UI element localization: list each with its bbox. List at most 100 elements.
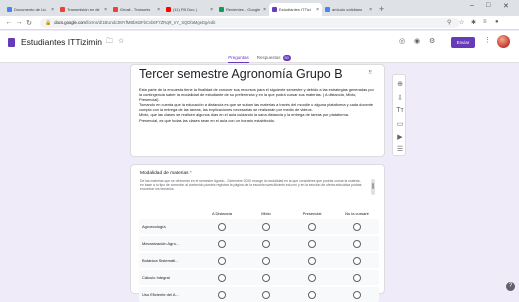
browser-tab[interactable]: Documento de Lic × [4, 3, 57, 16]
folder-icon[interactable]: 🗀 [106, 37, 113, 48]
help-icon[interactable]: ? [506, 282, 515, 291]
url-input[interactable]: 🔒 docs.google.com /forms/d/1BUndc3MYfMBb… [40, 17, 460, 28]
send-button[interactable]: Enviar [451, 37, 475, 48]
radio-option[interactable] [353, 256, 361, 265]
form-doc-title[interactable]: Estudiantes ITTizimin [21, 37, 102, 47]
radio-option[interactable] [308, 256, 316, 265]
browser-tab[interactable]: artículo cotidiano × [322, 3, 375, 16]
row-label: Mecanización Agro... [142, 240, 180, 246]
table-row: Agroecología [139, 219, 379, 234]
tab-responses-label: Respuestas [256, 55, 281, 60]
radio-option[interactable] [353, 273, 361, 282]
question-description[interactable]: De las materias que se ofrecerán en el s… [140, 179, 362, 192]
radio-option[interactable] [218, 239, 226, 248]
tab-label: Gmail - Transmis [120, 7, 151, 12]
settings-gear-icon[interactable]: ⚙ [429, 37, 435, 45]
grid-column-header: Mixto [261, 211, 271, 216]
radio-option[interactable] [353, 222, 361, 231]
radio-option[interactable] [262, 256, 270, 265]
import-questions-icon[interactable]: ⇩ [393, 94, 407, 102]
tab-label: Estudiantes ITTizi [279, 7, 311, 12]
extension-icon[interactable]: ✱ [471, 19, 476, 26]
browser-tab[interactable]: Recientes - Google × [216, 3, 269, 16]
browser-tab[interactable]: Transmisión en dir × [57, 3, 110, 16]
table-row: Botánica Sistemáti... [139, 253, 379, 268]
url-path: /forms/d/1BUndc3MYfMBbKBFbCvb6F7ZRqR_nY_… [85, 20, 216, 25]
radio-option[interactable] [308, 239, 316, 248]
forward-icon[interactable]: → [14, 19, 24, 26]
radio-option[interactable] [218, 273, 226, 282]
radio-option[interactable] [262, 222, 270, 231]
tab-label: Documento de Lic [14, 7, 47, 12]
tab-close-icon[interactable]: × [263, 7, 266, 13]
add-question-icon[interactable]: ⊕ [393, 80, 407, 88]
radio-option[interactable] [262, 290, 270, 299]
more-options-icon[interactable]: ⋮ [484, 36, 491, 44]
browser-tab[interactable]: (11) FB Duo | × [163, 3, 216, 16]
radio-option[interactable] [308, 290, 316, 299]
avatar[interactable] [497, 35, 510, 48]
radio-option[interactable] [308, 222, 316, 231]
form-description[interactable]: Esta parte de la encuesta tiene la final… [139, 87, 377, 123]
tab-close-icon[interactable]: × [210, 7, 213, 13]
palette-icon[interactable]: ◎ [399, 37, 405, 45]
profile-icon[interactable]: ● [495, 19, 499, 25]
tab-favicon-icon [325, 7, 330, 12]
radio-option[interactable] [353, 239, 361, 248]
question-title[interactable]: Modalidad de materias * [140, 171, 192, 176]
tab-close-icon[interactable]: × [51, 7, 54, 13]
radio-option[interactable] [218, 256, 226, 265]
question-card[interactable]: Modalidad de materias * De las materias … [130, 164, 385, 302]
new-tab-button[interactable]: + [379, 3, 384, 16]
bookmark-icon[interactable]: ≡ [483, 19, 487, 25]
row-label: Agroecología [142, 223, 166, 229]
star-icon[interactable]: ☆ [459, 19, 464, 26]
table-row: Uso Eficiente del A... [139, 287, 379, 302]
maximize-icon[interactable]: □ [486, 2, 490, 9]
preview-eye-icon[interactable]: ◉ [414, 37, 420, 45]
radio-option[interactable] [353, 290, 361, 299]
address-bar-row: ← → ↻ 🔒 docs.google.com /forms/d/1BUndc3… [0, 16, 519, 30]
row-label: Botánica Sistemáti... [142, 257, 179, 263]
scrollbar[interactable] [371, 179, 375, 195]
radio-option[interactable] [218, 290, 226, 299]
tab-close-icon[interactable]: × [369, 7, 372, 13]
browser-tabstrip: Documento de Lic × Transmisión en dir × Gmai… [0, 0, 519, 16]
tab-responses[interactable]: Respuestas 50 [257, 53, 291, 63]
close-window-icon[interactable]: ✕ [503, 2, 509, 10]
row-label: Uso Eficiente del A... [142, 291, 179, 297]
add-image-icon[interactable]: ▭ [393, 120, 407, 128]
tab-close-icon[interactable]: × [316, 7, 319, 13]
search-icon[interactable]: ⚲ [447, 19, 451, 26]
radio-option[interactable] [262, 273, 270, 282]
reload-icon[interactable]: ↻ [24, 19, 34, 27]
grid-column-header: No la cursaré [345, 211, 369, 216]
star-icon[interactable]: ☆ [118, 37, 124, 45]
browser-tab[interactable]: Gmail - Transmis × [110, 3, 163, 16]
tab-questions-label: Preguntas [228, 55, 249, 60]
back-icon[interactable]: ← [4, 19, 14, 26]
add-video-icon[interactable]: ▶ [393, 133, 407, 141]
description-paragraph: Tomando en cuenta que la educación a dis… [139, 102, 374, 113]
row-label: Cálculo Integral [142, 274, 170, 280]
add-section-icon[interactable]: ☰ [393, 145, 407, 153]
tab-close-icon[interactable]: × [104, 7, 107, 13]
browser-tab[interactable]: Estudiantes ITTizi × [269, 3, 322, 16]
radio-option[interactable] [262, 239, 270, 248]
tab-questions[interactable]: Preguntas [228, 53, 249, 63]
tab-label: Transmisión en dir [67, 7, 100, 12]
minimize-icon[interactable]: – [470, 2, 474, 9]
question-toolbar: ⊕ ⇩ Tт ▭ ▶ ☰ [392, 74, 406, 156]
add-title-icon[interactable]: Tт [393, 107, 407, 114]
form-header-card[interactable]: Tercer semestre Agronomía Grupo B ⠿ Esta… [130, 64, 385, 157]
form-title[interactable]: Tercer semestre Agronomía Grupo B [139, 67, 343, 81]
tab-favicon-icon [219, 7, 224, 12]
lock-icon: 🔒 [45, 19, 52, 26]
table-row: Mecanización Agro... [139, 236, 379, 251]
tab-favicon-icon [272, 7, 277, 12]
tab-close-icon[interactable]: × [157, 7, 160, 13]
radio-option[interactable] [218, 222, 226, 231]
drag-handle-icon[interactable]: ⠿ [368, 70, 372, 76]
tab-label: artículo cotidiano [332, 7, 363, 12]
radio-option[interactable] [308, 273, 316, 282]
